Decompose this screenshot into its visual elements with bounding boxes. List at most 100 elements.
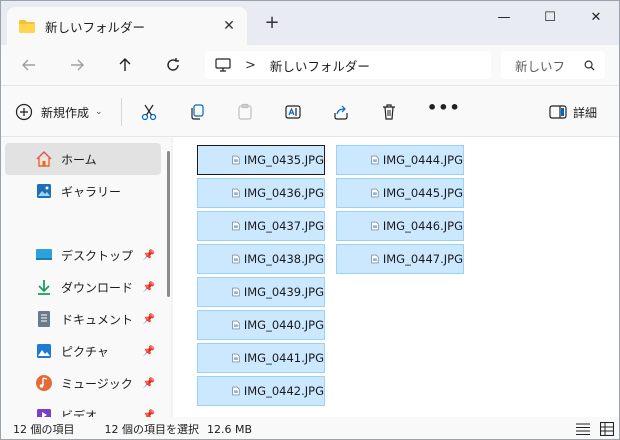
file-item[interactable]: IMG_0436.JPG <box>197 178 325 208</box>
image-file-icon <box>232 254 240 264</box>
file-item[interactable]: IMG_0445.JPG <box>336 178 464 208</box>
refresh-button[interactable] <box>159 53 187 77</box>
pictures-icon <box>35 342 53 360</box>
pin-icon[interactable]: 📌 <box>143 410 155 418</box>
minimize-button[interactable]: — <box>481 1 527 33</box>
image-file-icon <box>371 155 379 165</box>
download-icon <box>35 278 53 296</box>
file-item[interactable]: IMG_0440.JPG <box>197 310 325 340</box>
sidebar-item-label: ダウンロード <box>61 280 134 295</box>
back-button[interactable] <box>15 53 43 77</box>
close-window-button[interactable]: ✕ <box>573 1 619 33</box>
arrow-right-icon <box>71 59 84 71</box>
share-icon <box>334 105 348 120</box>
search-placeholder[interactable]: 新しいフ <box>515 56 584 75</box>
details-pane-icon <box>549 105 567 119</box>
image-file-icon <box>371 254 379 264</box>
tab-new-folder[interactable]: 新しいフォルダー ✕ <box>7 7 247 45</box>
close-tab-icon[interactable]: ✕ <box>215 18 243 34</box>
sidebar-scrollbar[interactable] <box>167 151 170 297</box>
breadcrumb-current-folder[interactable]: 新しいフォルダー <box>270 56 370 75</box>
sidebar-item-label: ピクチャ <box>61 344 109 359</box>
breadcrumb-separator[interactable]: > <box>245 58 256 73</box>
up-button[interactable] <box>111 53 139 77</box>
sidebar-item-documents[interactable]: ドキュメント 📌 <box>5 303 161 335</box>
navigation-pane: ホーム ギャラリー デスクトップ 📌 ダウンロード 📌 ドキュメント 📌 ピクチ… <box>1 137 171 417</box>
title-bar: 新しいフォルダー ✕ + — ☐ ✕ <box>1 1 619 45</box>
file-item[interactable]: IMG_0446.JPG <box>336 211 464 241</box>
document-icon <box>35 310 53 328</box>
pin-icon[interactable]: 📌 <box>143 314 155 325</box>
computer-icon <box>215 58 231 72</box>
explorer-window: 新しいフォルダー ✕ + — ☐ ✕ > 新しいフォルダー 新しいフ 新規作成 … <box>0 0 620 440</box>
delete-button[interactable] <box>377 100 401 124</box>
sidebar-item-downloads[interactable]: ダウンロード 📌 <box>5 271 161 303</box>
file-name: IMG_0441.JPG <box>243 351 324 365</box>
new-button-label: 新規作成 <box>41 105 90 120</box>
new-tab-button[interactable]: + <box>261 13 283 35</box>
image-file-icon <box>232 287 240 297</box>
image-file-icon <box>232 386 240 396</box>
sidebar-item-home[interactable]: ホーム <box>5 143 161 175</box>
maximize-button[interactable]: ☐ <box>527 1 573 33</box>
video-icon <box>35 406 53 417</box>
toolbar-divider <box>121 98 122 126</box>
search-box[interactable]: 新しいフ <box>501 51 605 79</box>
file-item[interactable]: IMG_0442.JPG <box>197 376 325 406</box>
search-icon <box>584 60 595 71</box>
rename-button[interactable] <box>281 100 305 124</box>
tiles-view-button[interactable] <box>599 421 615 437</box>
file-name: IMG_0442.JPG <box>243 384 324 398</box>
file-name: IMG_0446.JPG <box>382 219 463 233</box>
details-button-label: 詳細 <box>573 105 598 120</box>
more-options-button[interactable]: ••• <box>427 100 460 124</box>
selected-count: 12 個の項目を選択 <box>104 423 200 436</box>
file-name: IMG_0435.JPG <box>243 153 324 167</box>
sidebar-item-pictures[interactable]: ピクチャ 📌 <box>5 335 161 367</box>
file-item[interactable]: IMG_0444.JPG <box>336 145 464 175</box>
image-file-icon <box>232 155 240 165</box>
file-item[interactable]: IMG_0438.JPG <box>197 244 325 274</box>
cut-button[interactable] <box>137 100 161 124</box>
forward-button[interactable] <box>63 53 91 77</box>
file-list: IMG_0435.JPG IMG_0436.JPG IMG_0437.JPG I… <box>173 137 619 417</box>
paste-button[interactable] <box>233 100 257 124</box>
sidebar-item-desktop[interactable]: デスクトップ 📌 <box>5 239 161 271</box>
file-item[interactable]: IMG_0439.JPG <box>197 277 325 307</box>
pin-icon[interactable]: 📌 <box>143 346 155 357</box>
file-item[interactable]: IMG_0441.JPG <box>197 343 325 373</box>
command-bar: 新規作成 ⌄ ••• 詳細 <box>1 85 619 137</box>
sidebar-item-music[interactable]: ミュージック 📌 <box>5 367 161 399</box>
arrow-left-icon <box>22 59 35 71</box>
file-name: IMG_0438.JPG <box>243 252 324 266</box>
file-name: IMG_0440.JPG <box>243 318 324 332</box>
image-file-icon <box>371 188 379 198</box>
file-item[interactable]: IMG_0435.JPG <box>197 145 325 175</box>
file-item[interactable]: IMG_0437.JPG <box>197 211 325 241</box>
grid-view-icon <box>600 422 614 436</box>
item-count: 12 個の項目 <box>13 423 75 436</box>
details-button[interactable]: 詳細 <box>549 100 597 124</box>
details-view-button[interactable] <box>575 421 591 437</box>
file-name: IMG_0439.JPG <box>243 285 324 299</box>
sidebar-item-gallery[interactable]: ギャラリー <box>5 175 161 207</box>
pin-icon[interactable]: 📌 <box>143 282 155 293</box>
image-file-icon <box>371 221 379 231</box>
sidebar-item-label: デスクトップ <box>61 248 134 263</box>
sidebar-item-videos[interactable]: ビデオ 📌 <box>5 399 161 417</box>
sidebar-item-label: ビデオ <box>61 408 98 418</box>
rename-icon <box>285 105 301 119</box>
refresh-icon <box>167 58 179 71</box>
copy-button[interactable] <box>185 100 209 124</box>
pin-icon[interactable]: 📌 <box>143 250 155 261</box>
sidebar-item-label: ギャラリー <box>61 184 122 199</box>
pin-icon[interactable]: 📌 <box>143 378 155 389</box>
file-item[interactable]: IMG_0447.JPG <box>336 244 464 274</box>
file-name: IMG_0437.JPG <box>243 219 324 233</box>
new-button[interactable]: 新規作成 ⌄ <box>15 100 103 124</box>
share-button[interactable] <box>329 100 353 124</box>
navigation-bar: > 新しいフォルダー 新しいフ <box>1 45 619 85</box>
file-name: IMG_0444.JPG <box>382 153 463 167</box>
sidebar-item-label: ドキュメント <box>61 312 134 327</box>
address-bar[interactable]: > 新しいフォルダー <box>205 51 491 79</box>
